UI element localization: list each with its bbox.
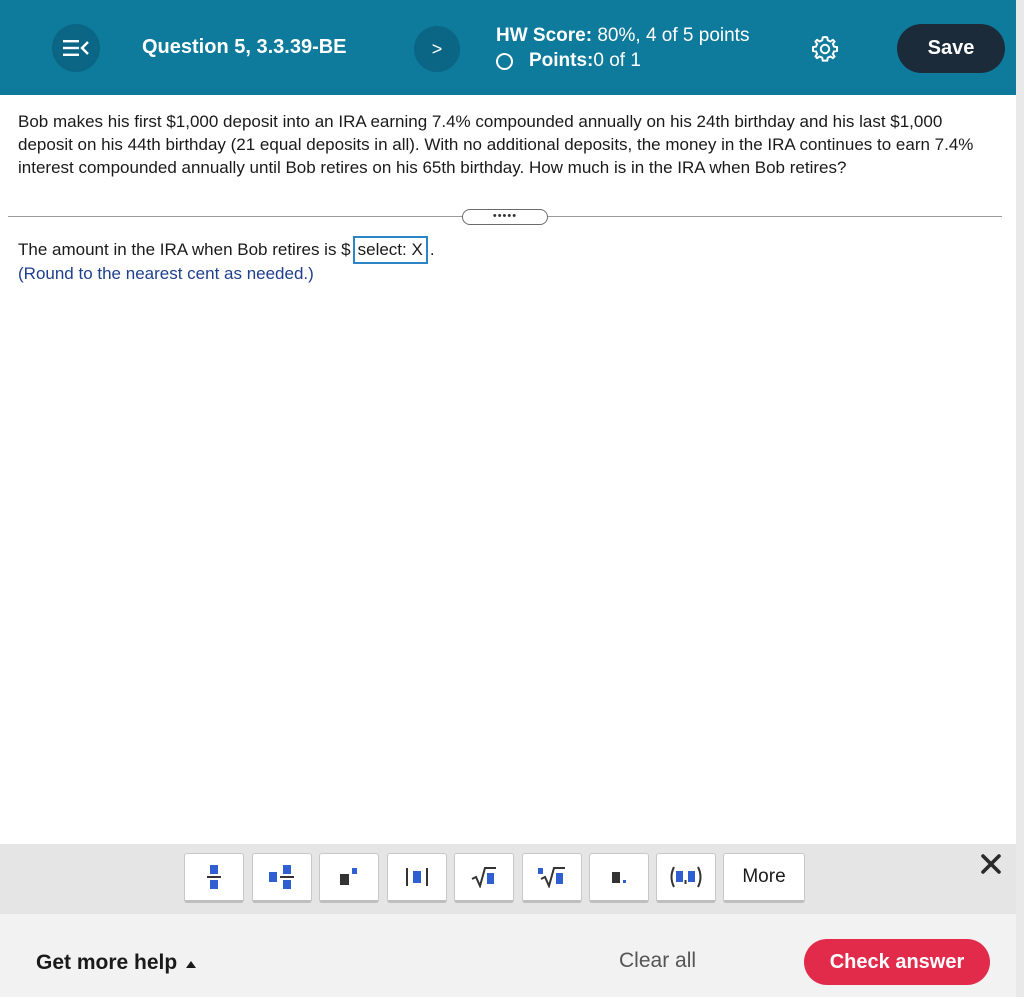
mixed-number-icon [269,865,294,889]
header-bar: Question 5, 3.3.39-BE > HW Score: 80%, 4… [0,0,1016,95]
answer-input[interactable]: select: X [352,236,428,264]
nth-root-icon [538,867,565,888]
hw-score: HW Score: 80%, 4 of 5 points [496,25,749,47]
hw-score-label: HW Score: [496,25,593,46]
more-tools-button[interactable]: More [723,853,805,903]
hw-score-value: 80%, 4 of 5 points [592,25,750,46]
next-question-button[interactable]: > [414,26,460,72]
points-value: 0 of 1 [593,50,641,71]
question-text: Bob makes his first $1,000 deposit into … [18,112,974,177]
get-more-help-label: Get more help [36,951,178,974]
mixed-number-button[interactable] [252,853,312,903]
check-answer-button[interactable]: Check answer [804,939,990,985]
status-circle-icon [496,52,513,70]
fraction-icon [207,865,221,889]
absolute-value-button[interactable] [387,853,447,903]
get-more-help-button[interactable]: Get more help [36,951,197,975]
decimal-button[interactable] [589,853,649,903]
ordered-pair-button[interactable] [656,853,716,903]
exponent-icon [340,868,357,885]
absolute-value-icon [406,868,428,886]
caret-up-icon [186,960,197,968]
points-status: Points: 0 of 1 [496,50,641,72]
divider-handle[interactable]: ••••• [462,209,548,225]
math-toolbar: More [0,844,1016,914]
ordered-pair-icon [670,866,702,888]
clear-all-button[interactable]: Clear all [619,949,696,973]
question-menu-button[interactable] [52,24,100,72]
exponent-button[interactable] [319,853,379,903]
scrollbar-track[interactable] [1016,0,1024,997]
save-button[interactable]: Save [897,24,1005,73]
settings-gear-icon[interactable] [810,34,840,64]
rounding-instruction: (Round to the nearest cent as needed.) [18,264,314,283]
decimal-icon [612,872,626,883]
close-toolbar-icon[interactable] [978,851,1004,877]
answer-prefix: The amount in the IRA when Bob retires i… [18,240,351,259]
nth-root-button[interactable] [522,853,582,903]
square-root-button[interactable] [454,853,514,903]
list-menu-icon [63,40,89,56]
answer-line: The amount in the IRA when Bob retires i… [18,236,435,264]
points-label: Points: [529,50,594,71]
square-root-icon [471,867,496,888]
answer-suffix: . [429,240,435,259]
fraction-button[interactable] [184,853,244,903]
question-title: Question 5, 3.3.39-BE [142,36,347,58]
